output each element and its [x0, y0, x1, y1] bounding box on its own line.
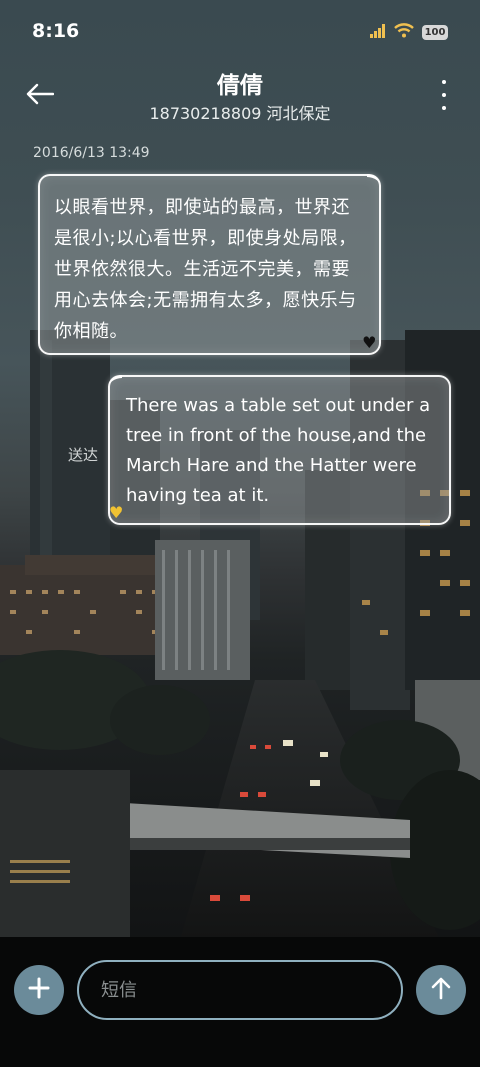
outgoing-message-bubble[interactable]: There was a table set out under a tree i…	[108, 375, 451, 525]
contact-number-location: 18730218809 河北保定	[149, 104, 331, 123]
incoming-message-text: 以眼看世界，即使站的最高，世界还是很小;以心看世界，即使身处局限，世界依然很大。…	[54, 197, 357, 342]
status-icons: 100	[370, 22, 448, 42]
yellow-heart-icon: ♥	[109, 503, 124, 522]
more-vertical-icon	[442, 80, 446, 84]
send-button[interactable]	[416, 965, 466, 1015]
incoming-message-bubble[interactable]: 以眼看世界，即使站的最高，世界还是很小;以心看世界，即使身处局限，世界依然很大。…	[38, 174, 381, 355]
contact-name: 倩倩	[217, 73, 263, 99]
add-attachment-button[interactable]	[14, 965, 64, 1015]
outgoing-message-text: There was a table set out under a tree i…	[126, 395, 431, 506]
plus-icon	[28, 977, 50, 1003]
battery-icon: 100	[422, 24, 448, 40]
message-timestamp: 2016/6/13 13:49	[33, 145, 150, 161]
status-bar: 8:16 100	[0, 0, 480, 66]
conversation-header: 倩倩 18730218809 河北保定	[0, 60, 480, 130]
wifi-icon	[394, 22, 414, 42]
black-heart-icon: ♥	[362, 333, 377, 352]
delivered-status: 送达	[68, 446, 99, 464]
more-options-button[interactable]	[440, 80, 448, 110]
messaging-screen: 8:16 100 倩倩 18730218809 河北保定 2016/6/13 1…	[0, 0, 480, 1067]
send-arrow-icon	[430, 976, 452, 1004]
sms-input[interactable]	[77, 960, 403, 1020]
compose-bar	[0, 937, 480, 1067]
status-time: 8:16	[32, 20, 80, 42]
signal-icon	[370, 23, 386, 42]
